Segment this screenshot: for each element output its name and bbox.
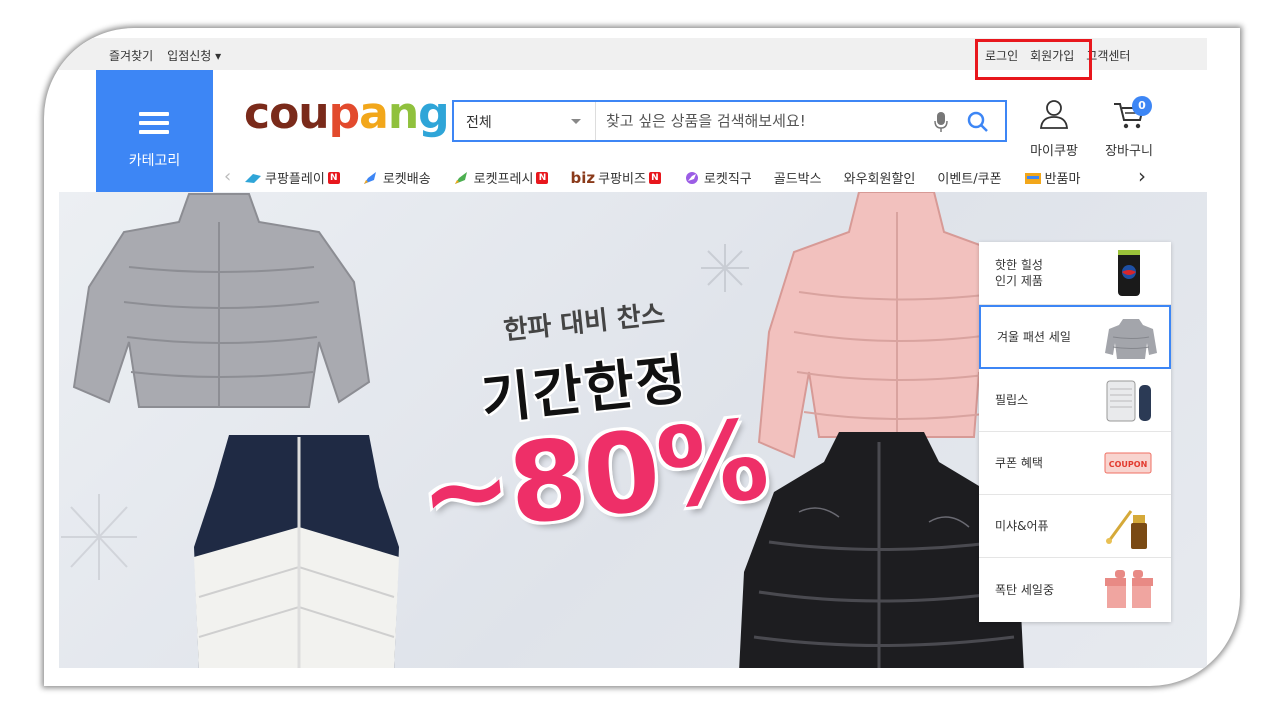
cart-button[interactable]: 0 장바구니 <box>1094 96 1164 159</box>
winter-jacket-thumb <box>1105 319 1157 360</box>
category-button[interactable]: 카테고리 <box>96 70 213 192</box>
new-badge: N <box>327 171 340 184</box>
nav-item-coupang-biz[interactable]: biz 쿠팡비즈 N <box>570 168 661 187</box>
nav-item-return-market[interactable]: 반품마 <box>1024 168 1080 187</box>
serum-bottle-image <box>1106 510 1147 550</box>
nav-item-rocket-fresh[interactable]: 로켓프레시 N <box>453 168 549 187</box>
new-badge: N <box>648 171 661 184</box>
white-vest-image <box>194 435 399 668</box>
nav-item-rocket-delivery[interactable]: 로켓배송 <box>362 168 431 187</box>
side-item-bomb-sale[interactable]: 폭탄 세일중 <box>979 558 1171 621</box>
snowflake-icon <box>61 494 137 580</box>
search-input[interactable] <box>606 110 926 132</box>
cart-count-badge: 0 <box>1132 96 1152 116</box>
svg-text:COUPON: COUPON <box>1109 460 1148 469</box>
grey-puffer-jacket-image <box>72 193 371 408</box>
user-icon <box>1040 100 1068 129</box>
search-bar: 전체 <box>452 100 1007 142</box>
highlight-box <box>975 39 1092 80</box>
nav-item-rocket-direct[interactable]: 로켓직구 <box>683 168 752 187</box>
search-icon[interactable] <box>966 110 990 134</box>
banner-side-panel: 핫한 힐성 인기 제품 겨울 패션 세일 필립스 쿠폰 혜택 COUPON 미샤… <box>979 242 1171 622</box>
chevron-right-icon[interactable]: › <box>1138 164 1146 188</box>
bookmark-link[interactable]: 즐겨찾기 <box>109 47 153 64</box>
pepsi-can-image <box>1118 250 1140 296</box>
cart-label: 장바구니 <box>1105 144 1153 159</box>
biz-logo: biz <box>570 168 596 187</box>
page: 즐겨찾기 입점신청 ▾ 로그인 회원가입 고객센터 카테고리 coupang 전… <box>59 38 1207 668</box>
chevron-left-icon[interactable]: ‹ <box>224 166 231 187</box>
coupang-play-icon <box>245 173 261 183</box>
category-label: 카테고리 <box>128 153 181 169</box>
side-item-missha-apieu[interactable]: 미샤&어퓨 <box>979 495 1171 559</box>
rocket-fresh-icon <box>454 171 467 184</box>
nav-item-event-coupon[interactable]: 이벤트/쿠폰 <box>937 168 1001 187</box>
promo-text: 한파 대비 찬스 기간한정 ~80% <box>413 300 772 559</box>
nav-item-wow-discount[interactable]: 와우회원할인 <box>844 168 916 187</box>
microphone-icon[interactable] <box>934 111 948 133</box>
caret-down-icon <box>571 119 581 124</box>
my-coupang-button[interactable]: 마이쿠팡 <box>1024 98 1084 159</box>
rocket-direct-icon <box>685 171 698 184</box>
customer-center-link[interactable]: 고객센터 <box>1086 47 1130 64</box>
menu-icon <box>139 112 169 139</box>
category-nav: ‹ 쿠팡플레이 N 로켓배송 로켓프레시 N biz 쿠팡비즈 N 로켓직구 골… <box>224 164 1154 190</box>
my-coupang-label: 마이쿠팡 <box>1030 144 1078 159</box>
search-category-select[interactable]: 전체 <box>454 102 596 140</box>
seller-apply-link[interactable]: 입점신청 ▾ <box>167 47 221 64</box>
side-item-hot-products[interactable]: 핫한 힐성 인기 제품 <box>979 242 1171 306</box>
side-item-coupon-benefit[interactable]: 쿠폰 혜택 COUPON <box>979 432 1171 496</box>
philips-products-image <box>1106 380 1151 422</box>
gift-box-image <box>1105 570 1153 609</box>
coupang-logo[interactable]: coupang <box>244 92 450 136</box>
nav-item-goldbox[interactable]: 골드박스 <box>774 168 822 187</box>
rocket-icon <box>363 171 376 184</box>
promo-banner[interactable]: 한파 대비 찬스 기간한정 ~80% 핫한 힐성 인기 제품 겨울 패션 세일 … <box>59 192 1207 668</box>
screenshot-frame: 즐겨찾기 입점신청 ▾ 로그인 회원가입 고객센터 카테고리 coupang 전… <box>44 28 1240 686</box>
side-item-winter-fashion[interactable]: 겨울 패션 세일 <box>979 305 1171 369</box>
coupon-icon: COUPON <box>1104 452 1152 474</box>
return-market-icon <box>1024 172 1041 184</box>
new-badge: N <box>536 171 549 184</box>
side-item-philips[interactable]: 필립스 <box>979 369 1171 432</box>
nav-item-coupang-play[interactable]: 쿠팡플레이 N <box>244 168 340 187</box>
